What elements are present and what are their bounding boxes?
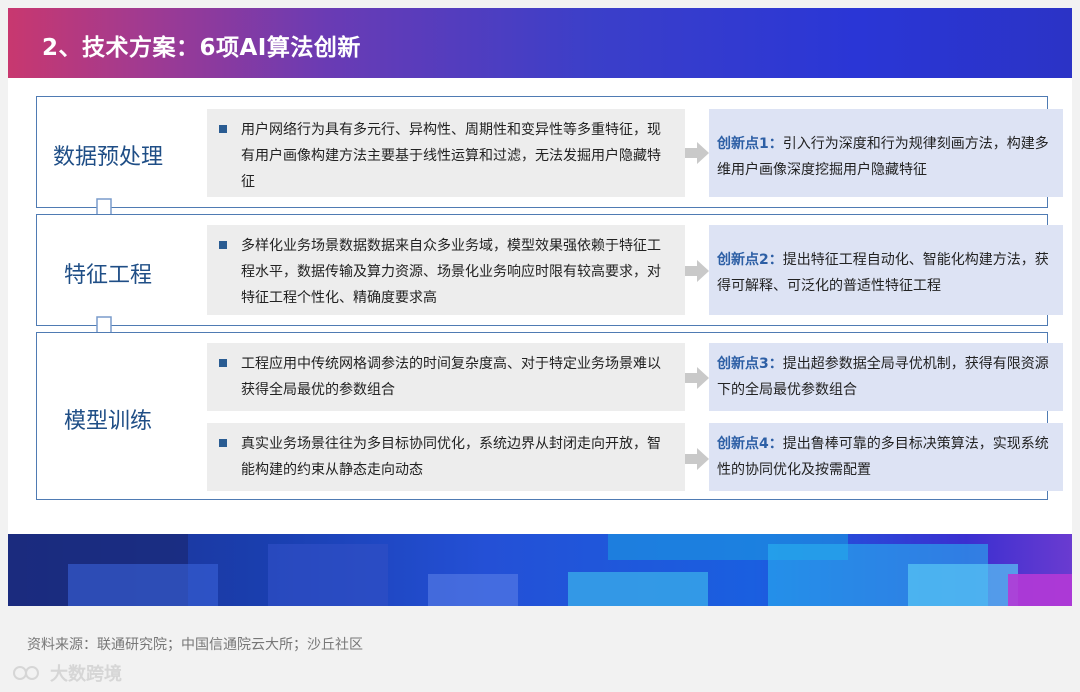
page-title: 2、技术方案：6项AI算法创新 bbox=[42, 35, 361, 61]
watermark-text: 大数跨境 bbox=[50, 664, 122, 685]
slide: 2、技术方案：6项AI算法创新 数据预处理 用户网络行为具有多元行、异构性、周期… bbox=[8, 8, 1072, 606]
problem-box: 工程应用中传统网格调参法的时间复杂度高、对于特定业务场景难以获得全局最优的参数组… bbox=[207, 343, 685, 411]
stage-feature-engineering: 特征工程 多样化业务场景数据数据来自众多业务域，模型效果强依赖于特征工程水平，数… bbox=[36, 214, 1063, 326]
problem-text: 用户网络行为具有多元行、异构性、周期性和变异性等多重特征，现有用户画像构建方法主… bbox=[241, 122, 661, 190]
problem-box: 真实业务场景往往为多目标协同优化，系统边界从封闭走向开放，智能构建的约束从静态走… bbox=[207, 423, 685, 491]
square-bullet-icon bbox=[219, 241, 227, 249]
right-arrow-icon bbox=[685, 142, 709, 164]
problem-text: 工程应用中传统网格调参法的时间复杂度高、对于特定业务场景难以获得全局最优的参数组… bbox=[241, 356, 661, 398]
innovation-box: 创新点3：提出超参数据全局寻优机制，获得有限资源下的全局最优参数组合 bbox=[709, 343, 1063, 411]
right-arrow-icon bbox=[685, 367, 709, 389]
innovation-tag: 创新点4： bbox=[717, 436, 783, 452]
innovation-box: 创新点2：提出特征工程自动化、智能化构建方法，获得可解释、可泛化的普适性特征工程 bbox=[709, 225, 1063, 315]
innovation-box: 创新点1：引入行为深度和行为规律刻画方法，构建多维用户画像深度挖掘用户隐藏特征 bbox=[709, 109, 1063, 197]
square-bullet-icon bbox=[219, 439, 227, 447]
problem-text: 多样化业务场景数据数据来自众多业务域，模型效果强依赖于特征工程水平，数据传输及算… bbox=[241, 238, 661, 306]
problem-text: 真实业务场景往往为多目标协同优化，系统边界从封闭走向开放，智能构建的约束从静态走… bbox=[241, 436, 661, 478]
problem-box: 用户网络行为具有多元行、异构性、周期性和变异性等多重特征，现有用户画像构建方法主… bbox=[207, 109, 685, 197]
stage-label: 数据预处理 bbox=[52, 145, 163, 170]
title-bar: 2、技术方案：6项AI算法创新 bbox=[8, 8, 1072, 78]
square-bullet-icon bbox=[219, 125, 227, 133]
innovation-tag: 创新点3： bbox=[717, 356, 783, 372]
stage-model-training: 模型训练 工程应用中传统网格调参法的时间复杂度高、对于特定业务场景难以获得全局最… bbox=[36, 332, 1063, 500]
source-note: 资料来源：联通研究院；中国信通院云大所；沙丘社区 bbox=[27, 637, 363, 653]
watermark-logo-icon bbox=[13, 666, 39, 680]
right-arrow-icon bbox=[685, 260, 709, 282]
stage-data-preprocessing: 数据预处理 用户网络行为具有多元行、异构性、周期性和变异性等多重特征，现有用户画… bbox=[36, 96, 1063, 208]
innovation-tag: 创新点1： bbox=[717, 136, 783, 152]
stage-label: 特征工程 bbox=[63, 263, 152, 288]
problem-box: 多样化业务场景数据数据来自众多业务域，模型效果强依赖于特征工程水平，数据传输及算… bbox=[207, 225, 685, 315]
innovation-tag: 创新点2： bbox=[717, 252, 783, 268]
decorative-footer-band bbox=[8, 534, 1072, 606]
square-bullet-icon bbox=[219, 359, 227, 367]
innovation-box: 创新点4：提出鲁棒可靠的多目标决策算法，实现系统性的协同优化及按需配置 bbox=[709, 423, 1063, 491]
watermark: 大数跨境 bbox=[12, 660, 122, 686]
stage-label: 模型训练 bbox=[63, 409, 152, 434]
right-arrow-icon bbox=[685, 448, 709, 470]
